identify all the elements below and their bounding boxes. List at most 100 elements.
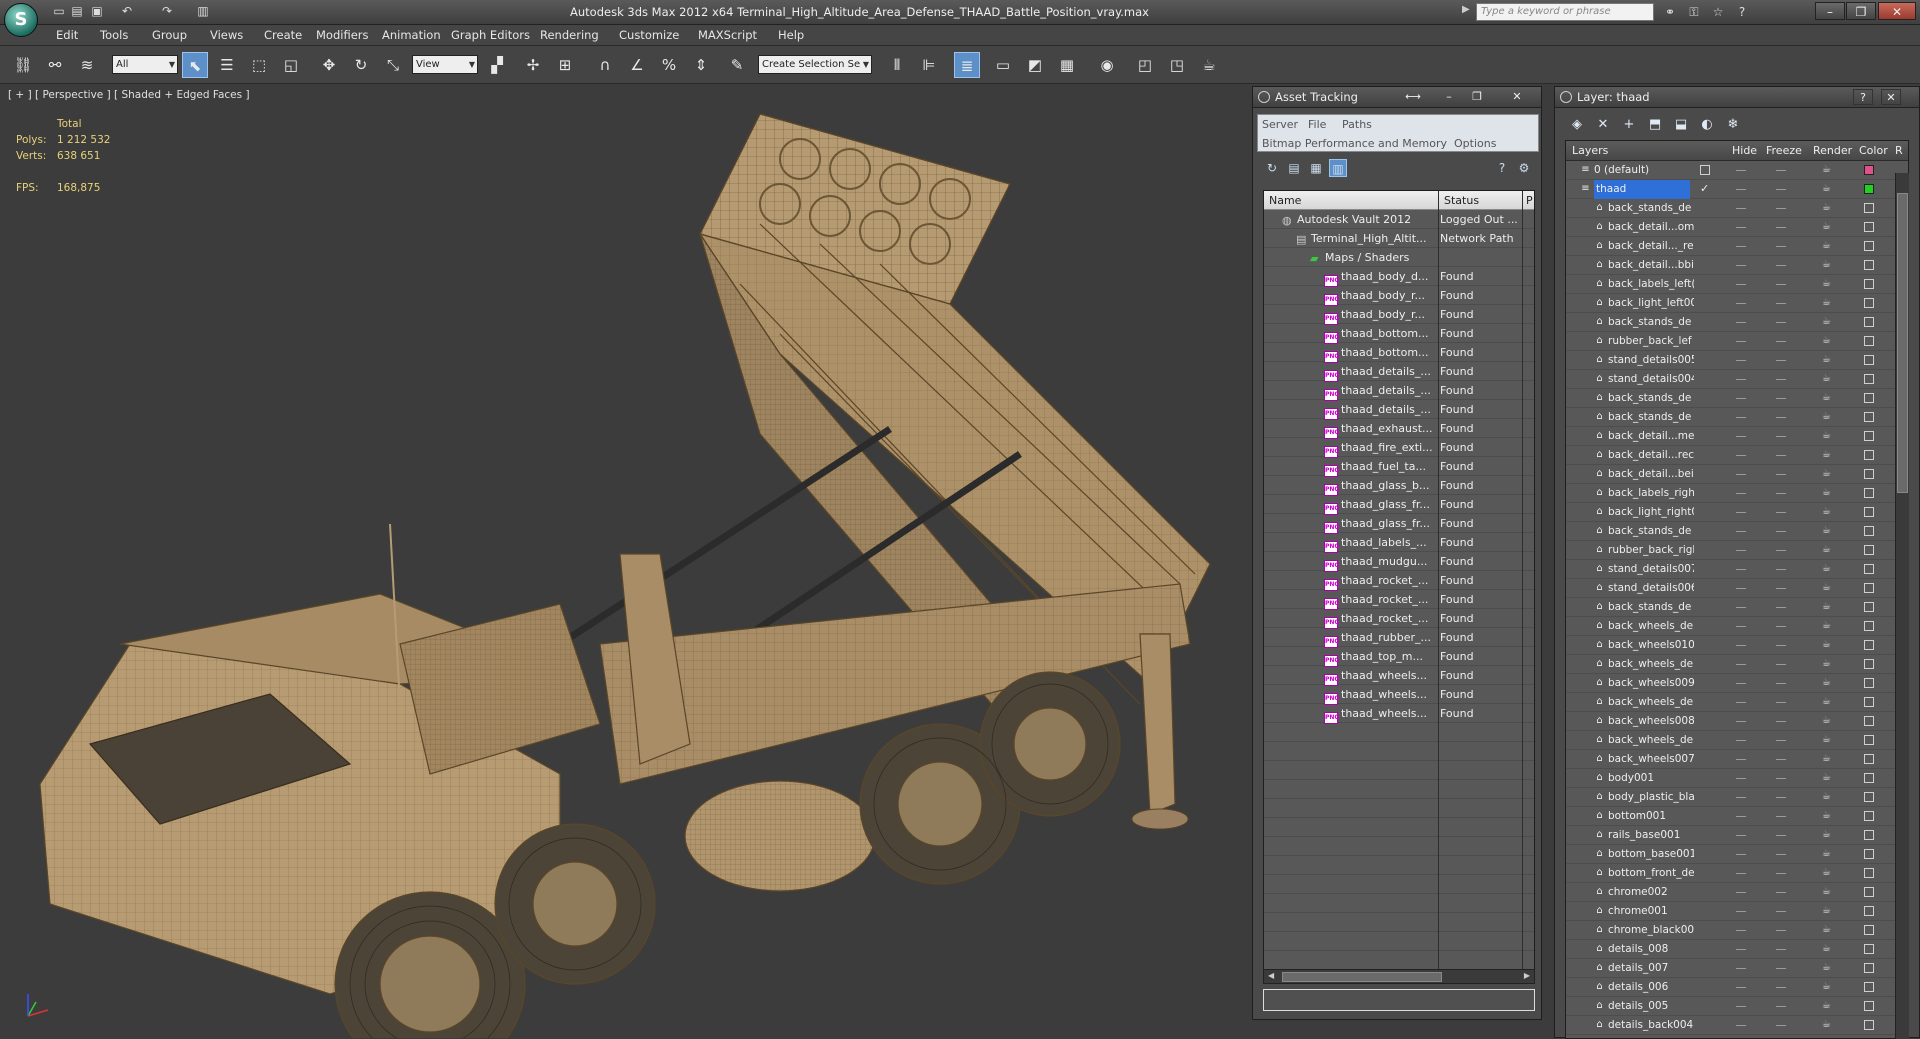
render-teapot-icon[interactable]: ☕ xyxy=(1821,525,1832,536)
render-teapot-icon[interactable]: ☕ xyxy=(1821,829,1832,840)
render-teapot-icon[interactable]: ☕ xyxy=(1821,981,1832,992)
curve-editor-icon[interactable]: ◩ xyxy=(1022,52,1048,78)
toggle-dash[interactable] xyxy=(1736,398,1746,399)
layer-object-row[interactable]: ⌂ chrome001 ☕ xyxy=(1566,902,1908,921)
toggle-dash[interactable] xyxy=(1736,265,1746,266)
binoculars-icon[interactable]: ⚭ xyxy=(1660,3,1680,21)
render-teapot-icon[interactable]: ☕ xyxy=(1821,962,1832,973)
dock-icon[interactable]: ⟷ xyxy=(1403,89,1423,105)
unlink-icon[interactable]: ⚯ xyxy=(42,52,68,78)
layer-color-swatch[interactable] xyxy=(1864,298,1874,308)
toggle-dash[interactable] xyxy=(1736,436,1746,437)
toggle-dash[interactable] xyxy=(1776,322,1786,323)
toggle-dash[interactable] xyxy=(1776,987,1786,988)
toggle-dash[interactable] xyxy=(1776,911,1786,912)
render-teapot-icon[interactable]: ☕ xyxy=(1821,943,1832,954)
toggle-dash[interactable] xyxy=(1736,759,1746,760)
snaps-toggle-icon[interactable]: ∩ xyxy=(592,52,618,78)
render-teapot-icon[interactable]: ☕ xyxy=(1821,373,1832,384)
menu-maxscript[interactable]: MAXScript xyxy=(698,25,757,46)
toggle-dash[interactable] xyxy=(1736,645,1746,646)
render-production-icon[interactable]: ☕ xyxy=(1196,52,1222,78)
named-selection-dropdown[interactable]: Create Selection Se xyxy=(758,55,872,74)
window-crossing-icon[interactable]: ◱ xyxy=(278,52,304,78)
layer-object-row[interactable]: ⌂ bottom_base001 ☕ xyxy=(1566,845,1908,864)
render-teapot-icon[interactable]: ☕ xyxy=(1821,411,1832,422)
layer-color-swatch[interactable] xyxy=(1864,754,1874,764)
layer-color-swatch[interactable] xyxy=(1864,830,1874,840)
scale-icon[interactable]: ⤡ xyxy=(380,52,406,78)
asset-row[interactable] xyxy=(1264,818,1534,837)
undo-icon[interactable]: ↶ xyxy=(118,3,136,20)
col-hide[interactable]: Hide xyxy=(1732,141,1757,161)
render-teapot-icon[interactable]: ☕ xyxy=(1821,487,1832,498)
toggle-dash[interactable] xyxy=(1736,1006,1746,1007)
menu-file[interactable]: File xyxy=(1308,115,1326,134)
asset-row[interactable]: PNG thaad_wheels... Found xyxy=(1264,666,1534,686)
render-teapot-icon[interactable]: ☕ xyxy=(1821,202,1832,213)
reference-coordinate-dropdown[interactable]: View xyxy=(412,55,478,74)
render-teapot-icon[interactable]: ☕ xyxy=(1821,734,1832,745)
asset-row[interactable]: PNG thaad_wheels... Found xyxy=(1264,704,1534,724)
toggle-dash[interactable] xyxy=(1736,740,1746,741)
toggle-dash[interactable] xyxy=(1736,284,1746,285)
toggle-dash[interactable] xyxy=(1776,360,1786,361)
perspective-viewport[interactable]: [ + ] [ Perspective ] [ Shaded + Edged F… xyxy=(0,84,1250,1038)
toggle-dash[interactable] xyxy=(1736,170,1746,171)
layer-color-swatch[interactable] xyxy=(1864,203,1874,213)
asset-row[interactable]: PNG thaad_mudgu... Found xyxy=(1264,552,1534,572)
layer-color-swatch[interactable] xyxy=(1864,317,1874,327)
edit-named-selections-icon[interactable]: ✎ xyxy=(724,52,750,78)
layer-close-button[interactable]: ✕ xyxy=(1881,89,1901,105)
scroll-thumb[interactable] xyxy=(1282,972,1442,982)
toggle-dash[interactable] xyxy=(1736,664,1746,665)
asset-tree[interactable]: Name Status P ◍ Autodesk Vault 2012 Logged… xyxy=(1263,190,1535,978)
toggle-dash[interactable] xyxy=(1776,645,1786,646)
layer-object-row[interactable]: ⌂ stand_details007 ☕ xyxy=(1566,560,1908,579)
layer-object-row[interactable]: ⌂ body_plastic_bla ☕ xyxy=(1566,788,1908,807)
toggle-dash[interactable] xyxy=(1736,189,1746,190)
tree-view-icon[interactable]: ▥ xyxy=(1329,159,1347,177)
layer-color-swatch[interactable] xyxy=(1864,507,1874,517)
current-layer-check-icon[interactable]: ✓ xyxy=(1700,183,1710,194)
toggle-dash[interactable] xyxy=(1736,683,1746,684)
asset-row[interactable]: PNG thaad_rocket_... Found xyxy=(1264,571,1534,591)
asset-row[interactable]: ▰ Maps / Shaders xyxy=(1264,248,1534,267)
move-icon[interactable]: ✥ xyxy=(316,52,342,78)
search-input[interactable]: Type a keyword or phrase xyxy=(1476,3,1654,21)
toggle-dash[interactable] xyxy=(1736,987,1746,988)
toggle-dash[interactable] xyxy=(1776,455,1786,456)
layer-object-row[interactable]: ⌂ back_stands_de ☕ xyxy=(1566,389,1908,408)
toggle-dash[interactable] xyxy=(1776,341,1786,342)
toggle-dash[interactable] xyxy=(1736,341,1746,342)
menu-views[interactable]: Views xyxy=(210,25,243,46)
toggle-dash[interactable] xyxy=(1776,265,1786,266)
menu-group[interactable]: Group xyxy=(152,25,187,46)
asset-row[interactable] xyxy=(1264,932,1534,951)
bind-space-warp-icon[interactable]: ≋ xyxy=(74,52,100,78)
render-teapot-icon[interactable]: ☕ xyxy=(1821,696,1832,707)
project-folder-icon[interactable]: ▥ xyxy=(194,3,212,20)
render-teapot-icon[interactable]: ☕ xyxy=(1821,335,1832,346)
list-view-icon[interactable]: ▤ xyxy=(1285,159,1303,177)
toggle-dash[interactable] xyxy=(1776,778,1786,779)
layer-color-swatch[interactable] xyxy=(1864,412,1874,422)
asset-row[interactable]: PNG thaad_rocket_... Found xyxy=(1264,609,1534,629)
toggle-dash[interactable] xyxy=(1776,417,1786,418)
toggle-dash[interactable] xyxy=(1776,436,1786,437)
layer-object-row[interactable]: ⌂ back_detail...bei ☕ xyxy=(1566,465,1908,484)
toggle-dash[interactable] xyxy=(1776,474,1786,475)
new-file-icon[interactable]: ▭ xyxy=(50,3,68,20)
add-to-layer-icon[interactable]: + xyxy=(1619,115,1639,135)
layer-object-row[interactable]: ⌂ back_labels_left(☕ xyxy=(1566,275,1908,294)
layer-checkbox[interactable] xyxy=(1700,165,1710,175)
hide-all-icon[interactable]: ◐ xyxy=(1697,115,1717,135)
create-layer-icon[interactable]: ◈ xyxy=(1567,115,1587,135)
layer-object-row[interactable]: ⌂ stand_details004 ☕ xyxy=(1566,370,1908,389)
render-teapot-icon[interactable]: ☕ xyxy=(1821,601,1832,612)
asset-row[interactable] xyxy=(1264,951,1534,970)
toggle-dash[interactable] xyxy=(1776,550,1786,551)
toggle-dash[interactable] xyxy=(1776,835,1786,836)
layer-object-row[interactable]: ⌂ back_wheels007 ☕ xyxy=(1566,750,1908,769)
render-teapot-icon[interactable]: ☕ xyxy=(1821,297,1832,308)
